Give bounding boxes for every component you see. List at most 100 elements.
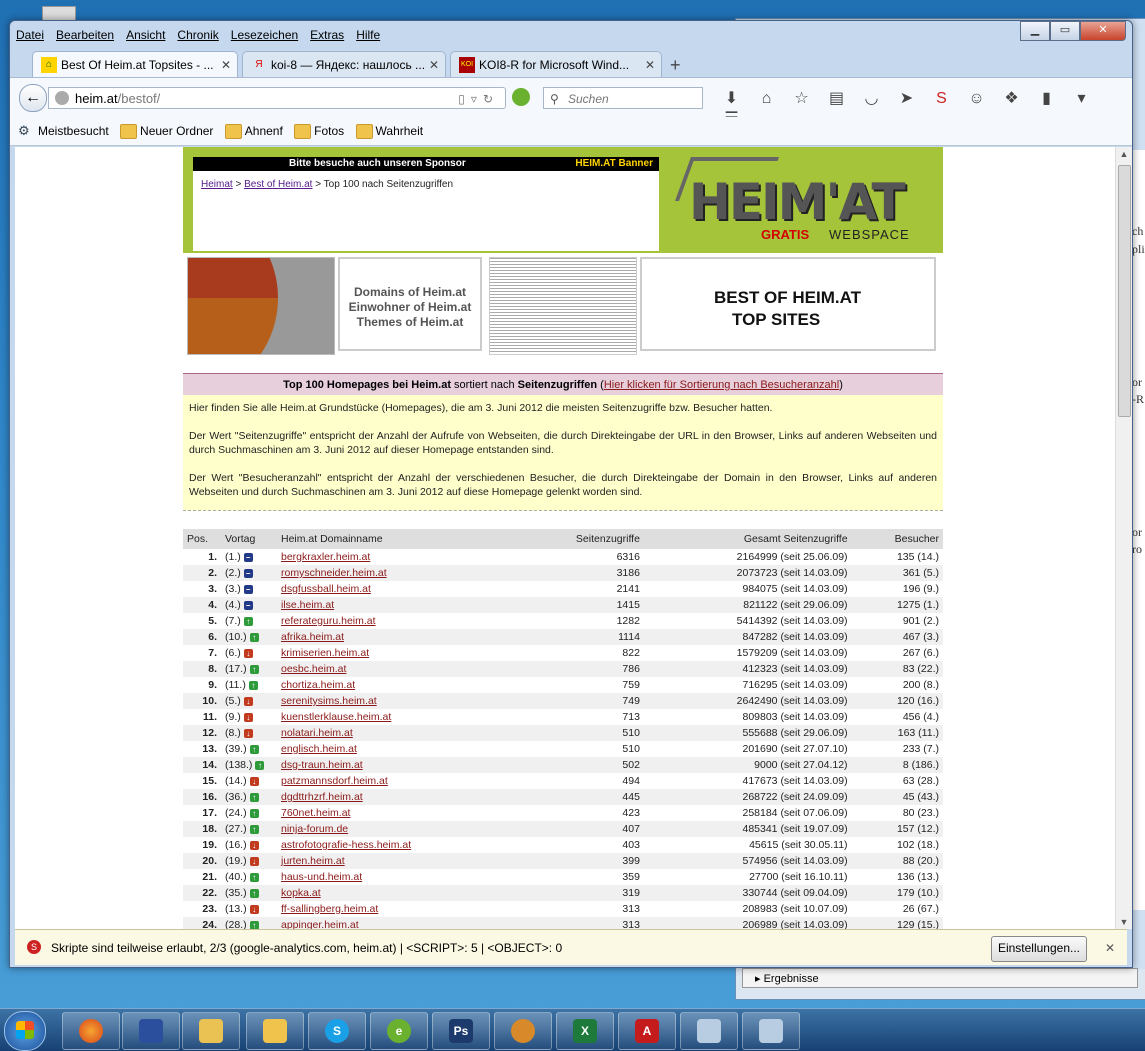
menu-bearbeiten[interactable]: Bearbeiten <box>50 23 120 45</box>
heimat-logo[interactable]: HEIM'AT GRATIS WEBSPACE <box>669 151 939 251</box>
domain-link[interactable]: haus-und.heim.at <box>281 871 362 883</box>
minimize-button[interactable]: ▁ <box>1020 21 1050 41</box>
close-tab-icon[interactable]: ✕ <box>645 52 655 77</box>
trend-down-icon: ↓ <box>243 696 253 706</box>
scroll-thumb[interactable] <box>1118 165 1131 417</box>
close-notification-icon[interactable]: ✕ <box>1105 930 1115 966</box>
new-tab-icon[interactable]: + <box>670 55 681 75</box>
domain-link[interactable]: bergkraxler.heim.at <box>281 551 370 563</box>
taskbar-save[interactable] <box>122 1012 180 1050</box>
taskbar-window2[interactable] <box>742 1012 800 1050</box>
domain-link[interactable]: serenitysims.heim.at <box>281 695 377 707</box>
menu-lesezeichen[interactable]: Lesezeichen <box>225 23 304 45</box>
domain-cell: patzmannsdorf.heim.at <box>277 773 518 789</box>
link-themes[interactable]: Themes of Heim.at <box>340 315 480 330</box>
chat-icon[interactable]: ☺ <box>959 90 994 108</box>
bookmark-ahnenf[interactable]: Ahnenf <box>224 117 283 145</box>
bookmarks-list-icon[interactable]: ▤ <box>819 88 854 108</box>
rank-cell: 14. <box>183 757 221 773</box>
domain-link[interactable]: dsg-traun.heim.at <box>281 759 363 771</box>
download-icon[interactable]: ⬇ <box>714 88 749 108</box>
link-domains[interactable]: Domains of Heim.at <box>340 285 480 300</box>
domain-link[interactable]: oesbc.heim.at <box>281 663 346 675</box>
previous-rank-cell: (4.) – <box>221 597 277 613</box>
bookmark-star-icon[interactable]: ☆ <box>784 88 819 108</box>
tab-heimat[interactable]: ⌂ Best Of Heim.at Topsites - ... ✕ <box>32 51 238 77</box>
domain-link[interactable]: ff-sallingberg.heim.at <box>281 903 378 915</box>
domain-link[interactable]: referateguru.heim.at <box>281 615 376 627</box>
extension-icon[interactable]: ❖ <box>994 88 1029 108</box>
domain-link[interactable]: jurten.heim.at <box>281 855 345 867</box>
close-window-button[interactable]: ✕ <box>1080 21 1126 41</box>
domain-link[interactable]: kopka.at <box>281 887 321 899</box>
domain-link[interactable]: patzmannsdorf.heim.at <box>281 775 388 787</box>
url-bar[interactable]: heim.at/bestof/ ▯▿↻ <box>48 87 506 109</box>
link-einwohner[interactable]: Einwohner of Heim.at <box>340 300 480 315</box>
taskbar-firefox[interactable] <box>62 1012 120 1050</box>
chart-image[interactable] <box>187 257 335 355</box>
menu-datei[interactable]: Datei <box>10 23 50 45</box>
sort-by-visitors-link[interactable]: Hier klicken für Sortierung nach Besuche… <box>604 379 839 391</box>
reader-icon[interactable]: ▯ <box>458 92 471 106</box>
vertical-scrollbar[interactable]: ▲ ▼ <box>1115 147 1132 929</box>
maximize-button[interactable]: ▭ <box>1050 21 1080 41</box>
background-results-tab[interactable]: ▸ Ergebnisse <box>742 968 1138 988</box>
start-button[interactable] <box>4 1011 46 1051</box>
breadcrumb-section[interactable]: Best of Heim.at <box>244 179 312 190</box>
menu-hilfe[interactable]: Hilfe <box>350 23 386 45</box>
scroll-up-icon[interactable]: ▲ <box>1116 149 1132 159</box>
taskbar-window1[interactable] <box>680 1012 738 1050</box>
domain-link[interactable]: englisch.heim.at <box>281 743 357 755</box>
previous-rank: (24.) <box>225 807 247 819</box>
domain-link[interactable]: ilse.heim.at <box>281 599 334 611</box>
pocket-icon[interactable]: ◡ <box>854 88 889 108</box>
taskbar-mail[interactable] <box>246 1012 304 1050</box>
visitors-cell: 45 (43.) <box>851 789 943 805</box>
table-row: 18. (27.) ↑ ninja-forum.de 407 485341 (seit 1… <box>183 821 943 837</box>
scroll-down-icon[interactable]: ▼ <box>1116 917 1132 927</box>
taskbar-photoshop[interactable]: Ps <box>432 1012 490 1050</box>
taskbar-acrobat[interactable]: A <box>618 1012 676 1050</box>
dropdown-icon[interactable]: ▿ <box>471 92 483 106</box>
addon-green-icon[interactable] <box>512 88 530 106</box>
tab-yandex[interactable]: Я koi-8 — Яндекс: нашлось ... ✕ <box>242 51 446 77</box>
domain-link[interactable]: krimiserien.heim.at <box>281 647 369 659</box>
taskbar-skype[interactable]: S <box>308 1012 366 1050</box>
domain-link[interactable]: ninja-forum.de <box>281 823 348 835</box>
search-input[interactable]: ⚲ Suchen <box>543 87 703 109</box>
domain-link[interactable]: astrofotografie-hess.heim.at <box>281 839 411 851</box>
reload-icon[interactable]: ↻ <box>483 92 499 106</box>
taskbar-explorer[interactable] <box>182 1012 240 1050</box>
taskbar-excel[interactable]: X <box>556 1012 614 1050</box>
domain-link[interactable]: nolatari.heim.at <box>281 727 353 739</box>
close-tab-icon[interactable]: ✕ <box>221 52 231 77</box>
noscript-icon[interactable]: S <box>924 90 959 108</box>
domain-link[interactable]: dgdttrhzrf.heim.at <box>281 791 363 803</box>
breadcrumb-home[interactable]: Heimat <box>201 179 233 190</box>
close-tab-icon[interactable]: ✕ <box>429 52 439 77</box>
home-icon[interactable]: ⌂ <box>749 90 784 108</box>
battery-icon[interactable]: ▮ <box>1029 88 1064 108</box>
domain-link[interactable]: dsgfussball.heim.at <box>281 583 371 595</box>
domain-link[interactable]: afrika.heim.at <box>281 631 344 643</box>
total-hits-cell: 555688 (seit 29.06.09) <box>643 725 852 741</box>
settings-button[interactable]: Einstellungen... <box>990 936 1087 962</box>
domain-link[interactable]: kuenstlerklause.heim.at <box>281 711 391 723</box>
domain-link[interactable]: chortiza.heim.at <box>281 679 355 691</box>
taskbar-paint[interactable] <box>494 1012 552 1050</box>
domain-link[interactable]: 760net.heim.at <box>281 807 350 819</box>
domain-link[interactable]: appinger.heim.at <box>281 919 359 929</box>
bookmark-neuer-ordner[interactable]: Neuer Ordner <box>120 117 213 145</box>
bookmark-fotos[interactable]: Fotos <box>294 117 344 145</box>
taskbar-dreamweaver[interactable]: e <box>370 1012 428 1050</box>
menu-chronik[interactable]: Chronik <box>171 23 224 45</box>
domain-link[interactable]: romyschneider.heim.at <box>281 567 387 579</box>
bookmark-meistbesucht[interactable]: ⚙ Meistbesucht <box>18 117 109 145</box>
tab-koi8r[interactable]: KOI KOI8-R for Microsoft Wind... ✕ <box>450 51 662 77</box>
send-icon[interactable]: ➤ <box>889 88 924 108</box>
bookmark-wahrheit[interactable]: Wahrheit <box>355 117 423 145</box>
menu-ansicht[interactable]: Ansicht <box>120 23 171 45</box>
back-button[interactable]: ← <box>19 84 47 112</box>
overflow-icon[interactable]: ▾ <box>1064 88 1099 108</box>
menu-extras[interactable]: Extras <box>304 23 350 45</box>
